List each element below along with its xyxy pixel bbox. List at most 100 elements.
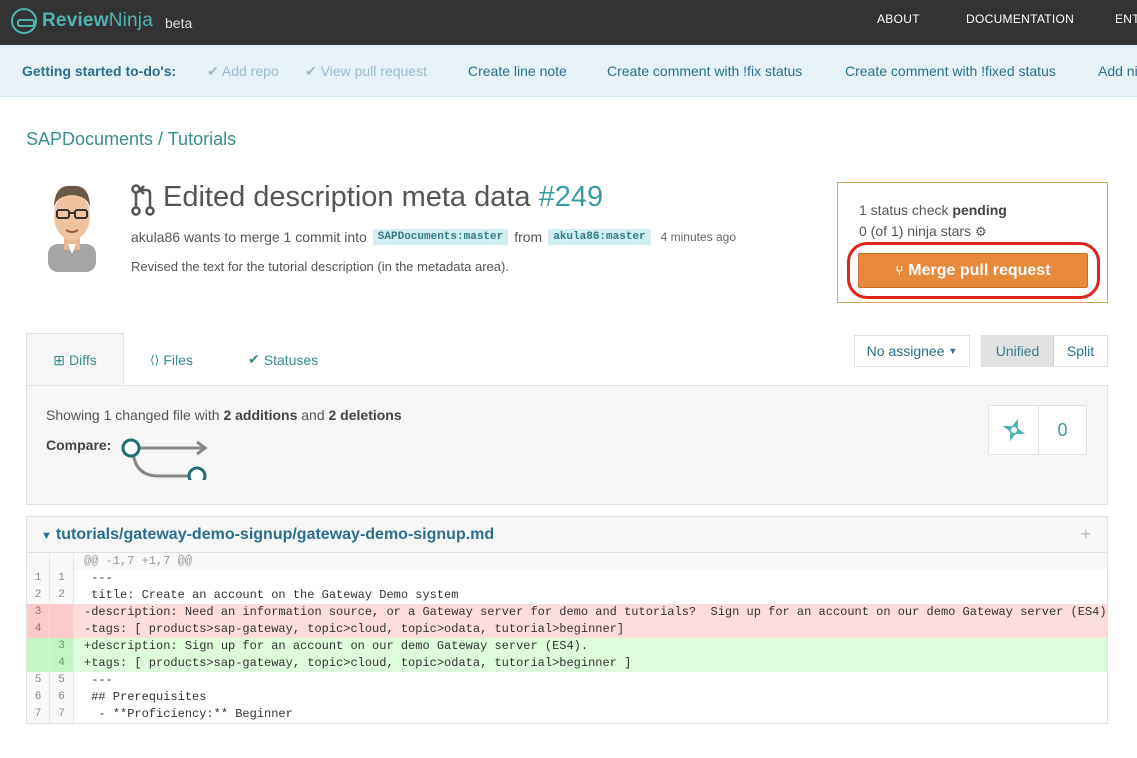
- diff-line[interactable]: 11 ---: [27, 570, 1107, 587]
- diff-line-code: -description: Need an information source…: [84, 605, 1108, 619]
- diff-line-code: -tags: [ products>sap-gateway, topic>clo…: [84, 622, 625, 636]
- old-line-number: 3: [27, 604, 50, 621]
- pull-request-icon: [131, 184, 155, 216]
- check-icon: ✔: [248, 351, 260, 367]
- new-line-number: 2: [50, 587, 74, 604]
- pr-number[interactable]: #249: [539, 181, 604, 213]
- compare-label: Compare:: [46, 437, 112, 453]
- todo-create-fix-comment[interactable]: Create comment with !fix status: [607, 63, 802, 79]
- pr-title: Edited description meta data #249: [163, 181, 604, 213]
- head-branch-badge: akula86:master: [548, 229, 651, 245]
- ninja-star-count: 0: [1057, 419, 1068, 440]
- pr-author[interactable]: akula86: [131, 229, 180, 245]
- check-icon: ✔: [207, 63, 219, 79]
- top-navbar: ReviewNinja beta ABOUT DOCUMENTATION ENT: [0, 0, 1137, 45]
- nav-documentation[interactable]: DOCUMENTATION: [966, 12, 1074, 26]
- check-icon: ✔: [305, 63, 317, 79]
- diff-summary-panel: Showing 1 changed file with 2 additions …: [26, 385, 1108, 505]
- merge-status-box: 1 status check pending 0 (of 1) ninja st…: [837, 182, 1108, 303]
- diff-line[interactable]: 4 +tags: [ products>sap-gateway, topic>cl…: [27, 655, 1107, 672]
- new-line-number: [50, 604, 74, 621]
- diff-line[interactable]: 3 -description: Need an information sourc…: [27, 604, 1107, 621]
- todo-add-repo[interactable]: ✔ Add repo: [207, 63, 279, 80]
- new-line-number: 3: [50, 638, 74, 655]
- assignee-dropdown[interactable]: No assignee ▼: [854, 335, 970, 367]
- todo-view-pull-request[interactable]: ✔ View pull request: [305, 63, 427, 80]
- split-button[interactable]: Split: [1054, 336, 1107, 366]
- diff-line[interactable]: 3 +description: Sign up for an account on…: [27, 638, 1107, 655]
- diff-line[interactable]: 4 -tags: [ products>sap-gateway, topic>cl…: [27, 621, 1107, 638]
- logo[interactable]: ReviewNinja beta: [11, 8, 192, 34]
- new-line-number: 5: [50, 672, 74, 689]
- ninja-stars-summary: 0 (of 1) ninja stars ⚙: [859, 223, 987, 239]
- new-line-number: 7: [50, 706, 74, 723]
- pr-meta: akula86 wants to merge 1 commit into SAP…: [131, 229, 736, 245]
- tab-files[interactable]: ⟨⟩ Files: [150, 333, 193, 386]
- caret-down-icon: ▼: [41, 530, 52, 542]
- todo-create-fixed-comment[interactable]: Create comment with !fixed status: [845, 63, 1056, 79]
- diff-line-code: ---: [84, 571, 113, 585]
- diff-view-toggle: Unified Split: [981, 335, 1108, 367]
- caret-down-icon: ▼: [948, 346, 958, 356]
- todo-add-ninja-star[interactable]: Add ni: [1098, 63, 1137, 79]
- base-branch-badge: SAPDocuments:master: [372, 229, 509, 245]
- expand-plus-icon[interactable]: +: [1080, 524, 1091, 545]
- getting-started-bar: Getting started to-do's: ✔ Add repo ✔ Vi…: [0, 45, 1137, 97]
- status-state: pending: [952, 202, 1007, 218]
- file-header: ▼ tutorials/gateway-demo-signup/gateway-d…: [26, 516, 1108, 553]
- diff-line-code: ## Prerequisites: [84, 690, 207, 704]
- old-line-number: 6: [27, 689, 50, 706]
- new-line-number: 1: [50, 570, 74, 587]
- diff-icon: ⊞: [53, 351, 65, 368]
- getting-started-title: Getting started to-do's:: [22, 63, 177, 79]
- tab-statuses[interactable]: ✔ Statuses: [248, 333, 318, 386]
- merge-pull-request-button[interactable]: ⑂ Merge pull request: [858, 253, 1088, 288]
- diff-line-code: +description: Sign up for an account on …: [84, 639, 589, 653]
- ninja-star-icon: [1002, 418, 1025, 442]
- unified-button[interactable]: Unified: [982, 336, 1054, 366]
- ninja-logo-icon: [11, 8, 37, 34]
- nav-enterprise[interactable]: ENT: [1115, 12, 1137, 26]
- old-line-number: 1: [27, 570, 50, 587]
- ninja-star-button[interactable]: [989, 406, 1039, 454]
- pr-description: Revised the text for the tutorial descri…: [131, 259, 509, 274]
- old-line-number: [27, 655, 50, 672]
- compare-graph-icon[interactable]: [119, 434, 215, 480]
- diff-line[interactable]: 77 - **Proficiency:** Beginner: [27, 706, 1107, 723]
- old-line-number: 7: [27, 706, 50, 723]
- changes-summary: Showing 1 changed file with 2 additions …: [46, 407, 402, 423]
- diff-line-code: - **Proficiency:** Beginner: [84, 707, 293, 721]
- diff-line-code: ---: [84, 673, 113, 687]
- beta-label: beta: [165, 15, 193, 31]
- new-line-number: [50, 553, 74, 570]
- diff-line[interactable]: 22 title: Create an account on the Gatew…: [27, 587, 1107, 604]
- todo-create-line-note[interactable]: Create line note: [468, 63, 567, 79]
- old-line-number: 4: [27, 621, 50, 638]
- diff-hunk-header[interactable]: @@ -1,7 +1,7 @@: [27, 553, 1107, 570]
- diff-line-code: +tags: [ products>sap-gateway, topic>clo…: [84, 656, 632, 670]
- diff-line-code: @@ -1,7 +1,7 @@: [84, 554, 193, 568]
- old-line-number: 2: [27, 587, 50, 604]
- old-line-number: 5: [27, 672, 50, 689]
- brand-name: ReviewNinja: [42, 10, 153, 31]
- status-check-summary: 1 status check pending: [859, 202, 1007, 218]
- avatar: [48, 185, 96, 272]
- file-code-icon: ⟨⟩: [150, 352, 160, 367]
- breadcrumb[interactable]: SAPDocuments / Tutorials: [26, 129, 236, 150]
- diff-line[interactable]: 66 ## Prerequisites: [27, 689, 1107, 706]
- tab-diffs[interactable]: ⊞ Diffs: [26, 333, 124, 386]
- diff-view: @@ -1,7 +1,7 @@ 1 1 --- 2 2 title: Create an…: [26, 553, 1108, 724]
- new-line-number: 4: [50, 655, 74, 672]
- merge-icon: ⑂: [895, 263, 904, 278]
- new-line-number: 6: [50, 689, 74, 706]
- diff-line-code: title: Create an account on the Gateway …: [84, 588, 459, 602]
- gear-icon[interactable]: ⚙: [975, 224, 987, 239]
- diff-line[interactable]: 55 ---: [27, 672, 1107, 689]
- pr-timestamp: 4 minutes ago: [660, 230, 737, 244]
- old-line-number: [27, 638, 50, 655]
- nav-about[interactable]: ABOUT: [877, 12, 920, 26]
- from-label: from: [514, 229, 543, 245]
- file-path[interactable]: ▼ tutorials/gateway-demo-signup/gateway-d…: [41, 526, 494, 544]
- new-line-number: [50, 621, 74, 638]
- ninja-star-box: 0: [988, 405, 1087, 455]
